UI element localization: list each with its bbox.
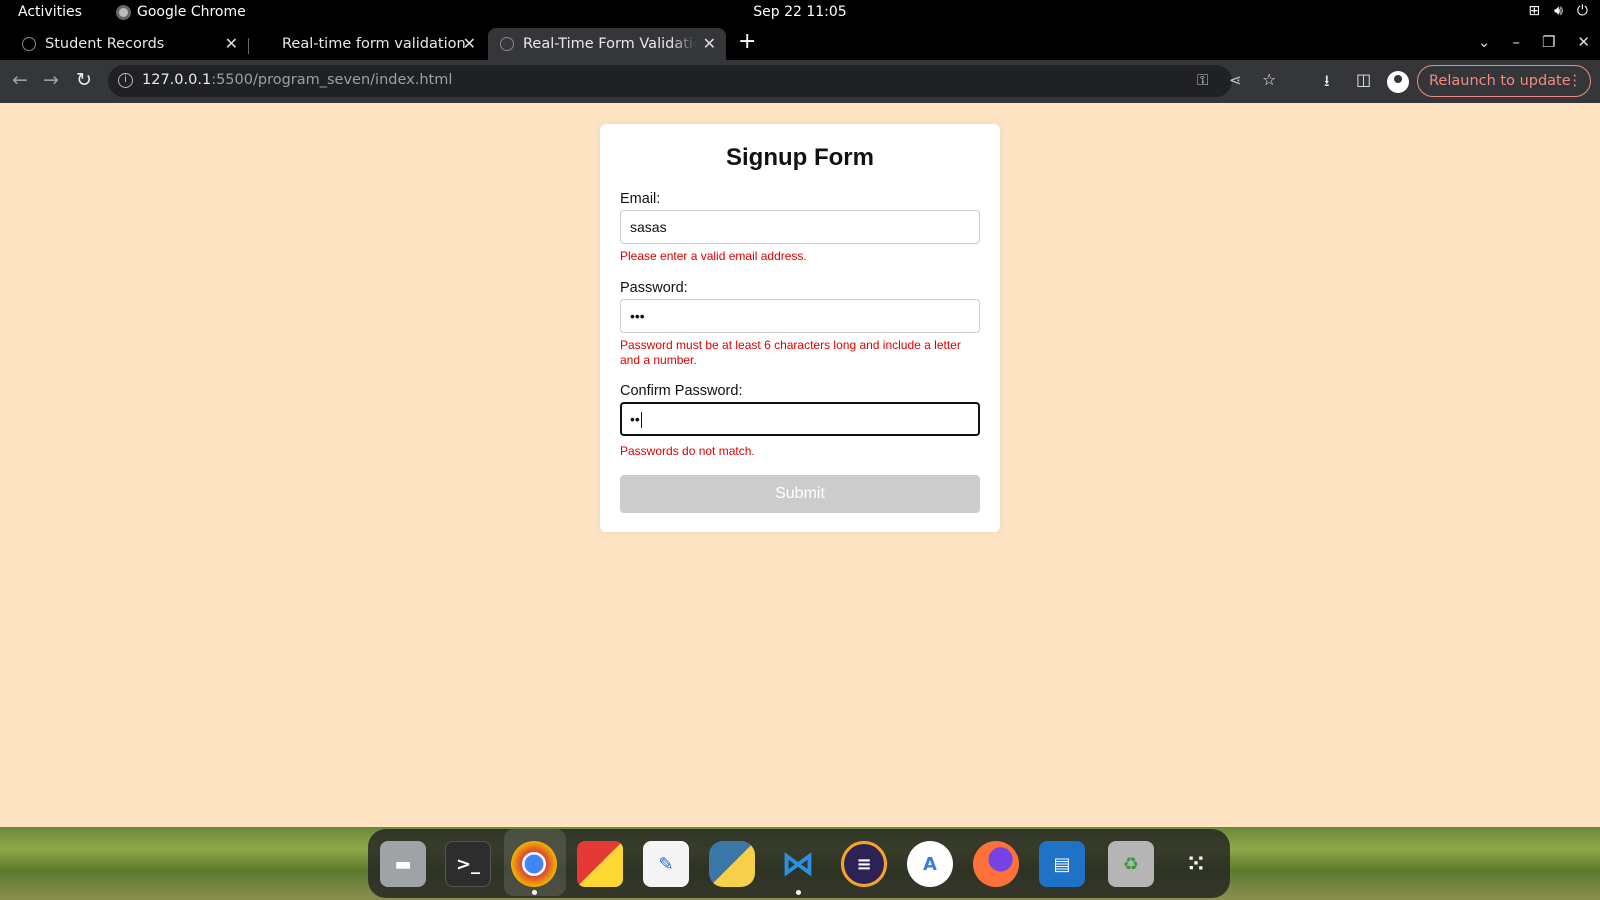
globe-icon <box>22 37 36 51</box>
power-icon: ⏻ <box>1576 3 1588 19</box>
python-icon[interactable] <box>709 841 755 887</box>
tab-strip: Student Records ✕ Real-time form validat… <box>0 26 1600 60</box>
address-bar[interactable]: i 127.0.0.1:5500/program_seven/index.htm… <box>108 65 1242 97</box>
email-field[interactable]: sasas <box>620 210 980 244</box>
tab-title: Student Records <box>45 36 165 52</box>
text-editor-icon[interactable]: ✎ <box>643 841 689 887</box>
trash-icon[interactable]: ♻ <box>1108 841 1154 887</box>
side-panel-icon[interactable]: ◫ <box>1356 70 1371 89</box>
close-icon[interactable]: ✕ <box>703 34 716 53</box>
globe-icon <box>500 37 514 51</box>
url-text: 127.0.0.1:5500/program_seven/index.html <box>142 72 453 88</box>
volume-icon: 🔊︎ <box>1554 3 1563 19</box>
tab-student-records[interactable]: Student Records ✕ <box>8 28 248 60</box>
confirm-password-value: •• <box>630 411 640 427</box>
android-studio-icon[interactable]: A <box>907 841 953 887</box>
close-icon[interactable]: ✕ <box>225 34 238 53</box>
maximize-icon[interactable]: ❐ <box>1542 33 1555 51</box>
app-grid-color-icon[interactable] <box>577 841 623 887</box>
show-apps-icon[interactable]: ⁙ <box>1173 841 1219 887</box>
tab-search-icon[interactable]: ⌄ <box>1478 33 1491 51</box>
info-icon[interactable]: i <box>118 73 133 88</box>
password-error: Password must be at least 6 characters l… <box>620 338 961 367</box>
browser-toolbar: ← → ↻ i 127.0.0.1:5500/program_seven/ind… <box>0 60 1600 103</box>
minimize-icon[interactable]: – <box>1512 33 1520 51</box>
system-top-bar: Activities Google Chrome Sep 22 11:05 ⊞ … <box>0 0 1600 26</box>
confirm-password-label: Confirm Password: <box>620 383 743 399</box>
window-controls: ⌄ – ❐ ✕ <box>1478 33 1590 51</box>
system-menu[interactable]: ⊞ 🔊︎ ⏻ <box>1528 3 1588 19</box>
running-indicator <box>532 890 537 895</box>
close-window-icon[interactable]: ✕ <box>1577 33 1590 51</box>
share-icon[interactable]: ⋖ <box>1229 71 1242 89</box>
page-body: Signup Form Email: sasas Please enter a … <box>0 103 1600 827</box>
relaunch-label: Relaunch to update <box>1429 73 1571 89</box>
forward-icon[interactable]: → <box>43 69 59 91</box>
form-heading: Signup Form <box>726 144 874 171</box>
reload-icon[interactable]: ↻ <box>76 69 92 91</box>
text-caret <box>640 412 642 429</box>
tab-title: Real-Time Form Validation <box>523 36 697 52</box>
password-label: Password: <box>620 280 688 296</box>
network-icon: ⊞ <box>1528 3 1541 19</box>
confirm-password-field[interactable]: •• <box>620 402 980 436</box>
back-icon[interactable]: ← <box>12 69 28 91</box>
key-icon[interactable]: ⚿ <box>1197 71 1208 89</box>
vscode-icon[interactable]: ⋈ <box>775 841 821 887</box>
submit-button[interactable]: Submit <box>620 475 980 513</box>
download-icon[interactable]: ⭳ <box>1324 70 1330 97</box>
firefox-icon[interactable] <box>973 841 1019 887</box>
writer-icon[interactable]: ▤ <box>1039 841 1085 887</box>
password-field[interactable]: ••• <box>620 299 980 333</box>
clock[interactable]: Sep 22 11:05 <box>0 4 1600 20</box>
terminal-icon[interactable]: >_ <box>445 841 491 887</box>
bookmark-star-icon[interactable]: ☆ <box>1262 70 1276 89</box>
email-label: Email: <box>620 191 661 207</box>
email-error: Please enter a valid email address. <box>620 249 807 263</box>
tab-divider <box>248 38 249 54</box>
eclipse-icon[interactable]: ≡ <box>841 841 887 887</box>
files-icon[interactable]: ▬ <box>380 841 426 887</box>
running-indicator <box>796 890 801 895</box>
signup-form: Signup Form Email: sasas Please enter a … <box>600 124 1000 532</box>
close-icon[interactable]: ✕ <box>463 34 476 53</box>
confirm-password-error: Passwords do not match. <box>620 444 755 458</box>
relaunch-button[interactable]: Relaunch to update ⋮ <box>1417 65 1591 97</box>
tab-active[interactable]: Real-Time Form Validation ✕ <box>488 28 726 60</box>
chrome-icon[interactable] <box>511 841 557 887</box>
new-tab-button[interactable]: + <box>738 29 756 54</box>
profile-avatar[interactable] <box>1387 71 1409 93</box>
tab-real-time-form-validation[interactable]: Real-time form validation ✕ <box>252 28 486 60</box>
tab-title: Real-time form validation <box>282 36 466 52</box>
more-menu-icon[interactable]: ⋮ <box>1568 66 1583 96</box>
